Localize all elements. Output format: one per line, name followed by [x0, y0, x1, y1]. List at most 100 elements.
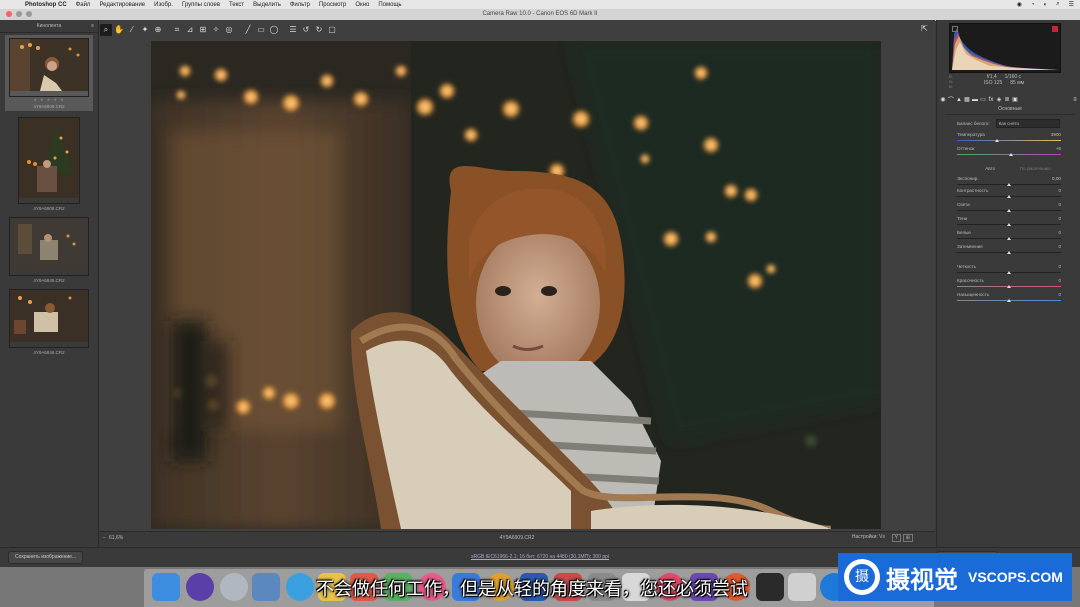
transform-tool-icon[interactable]: ⊞ [197, 24, 209, 36]
slider-value[interactable]: 0 [1058, 216, 1061, 221]
trash-icon[interactable]: ▢ [326, 24, 338, 36]
thumb-filename: 4Y9A6846.CR2 [33, 350, 65, 355]
image-canvas[interactable] [99, 40, 935, 531]
spot-removal-tool-icon[interactable]: ✧ [210, 24, 222, 36]
basic-tab-icon[interactable]: ◉ [939, 96, 947, 103]
zoom-tool-icon[interactable]: ⌕ [100, 24, 112, 36]
camera-app-icon[interactable] [788, 573, 816, 601]
panel-menu-icon[interactable]: ≡ [1071, 97, 1079, 103]
calibration-tab-icon[interactable]: ◈ [995, 96, 1003, 103]
slider-thumb[interactable] [1009, 153, 1014, 156]
slider-value[interactable]: 0 [1058, 244, 1061, 249]
white-balance-tool-icon[interactable]: ⁄ [126, 24, 138, 36]
slider-thumb[interactable] [1007, 209, 1011, 212]
slider-value[interactable]: 0,00 [1052, 176, 1061, 181]
slider-value[interactable]: 0 [1058, 292, 1061, 297]
preferences-icon[interactable]: ☰ [287, 24, 299, 36]
slider-thumb[interactable] [1007, 237, 1011, 240]
preview-preferences-icon[interactable]: ⊞ [902, 534, 913, 542]
graduated-filter-icon[interactable]: ▭ [255, 24, 267, 36]
wifi-icon[interactable]: ◔ [1031, 2, 1035, 8]
shadow-clipping-toggle[interactable] [952, 26, 958, 32]
menu-app-name[interactable]: Photoshop CC [25, 2, 67, 8]
rating-stars[interactable]: ★ ★ ★ ★ ★ [5, 97, 93, 102]
menu-image[interactable]: Изобр. [154, 2, 173, 8]
targeted-adjustment-tool-icon[interactable]: ⊕ [152, 24, 164, 36]
presets-tab-icon[interactable]: ≣ [1003, 96, 1011, 103]
red-eye-tool-icon[interactable]: ◎ [223, 24, 235, 36]
cc-icon[interactable]: ◉ [1017, 1, 1022, 8]
menu-text[interactable]: Текст [229, 2, 244, 8]
straighten-tool-icon[interactable]: ⊿ [184, 24, 196, 36]
color-sampler-tool-icon[interactable]: ✦ [139, 24, 151, 36]
filmstrip-menu-icon[interactable]: ≡ [91, 20, 94, 32]
preview-settings[interactable]: Настройки: Vs [852, 534, 885, 540]
radial-filter-icon[interactable]: ◯ [268, 24, 280, 36]
menu-select[interactable]: Выделить [253, 2, 281, 8]
search-icon[interactable]: ⌕ [1056, 1, 1059, 8]
slider-thumb[interactable] [1007, 271, 1011, 274]
panel-title: Основные [945, 106, 1075, 115]
slider-thumb[interactable] [1007, 195, 1011, 198]
slider-value[interactable]: 0 [1058, 278, 1061, 283]
launchpad-icon[interactable] [220, 573, 248, 601]
terminal-icon[interactable] [756, 573, 784, 601]
menu-edit[interactable]: Редактирование [99, 2, 145, 8]
slider-label: Оттенок [957, 146, 975, 151]
slider-value[interactable]: 0 [1058, 230, 1061, 235]
lens-tab-icon[interactable]: ▭ [979, 96, 987, 103]
menu-help[interactable]: Помощь [378, 2, 401, 8]
tool-bar: ⌕ ✋ ⁄ ✦ ⊕ ⌗ ⊿ ⊞ ✧ ◎ ╱ ▭ ◯ ☰ ↺ ↻ ▢ ⇱ [99, 20, 935, 41]
detail-tab-icon[interactable]: ▲ [955, 97, 963, 103]
slider-row: Температура 3900 [957, 132, 1061, 144]
slider-row: Красочность 0 [957, 278, 1061, 290]
menu-view[interactable]: Просмотр [319, 2, 346, 8]
preview-icon[interactable] [252, 573, 280, 601]
slider-track[interactable] [957, 140, 1061, 141]
split-toning-tab-icon[interactable]: ▬ [971, 97, 979, 103]
menu-filter[interactable]: Фильтр [290, 2, 310, 8]
siri-icon[interactable] [186, 573, 214, 601]
menu-window[interactable]: Окно [355, 2, 369, 8]
slider-label: Насыщенность [957, 292, 990, 297]
slider-thumb[interactable] [1007, 299, 1011, 302]
filmstrip-thumb-2[interactable]: 4Y9A6908.CR2 [5, 117, 93, 211]
volume-icon[interactable]: ◐ [1044, 2, 1048, 8]
adjustment-brush-icon[interactable]: ╱ [242, 24, 254, 36]
watermark-en-text: VSCOPS.COM [968, 569, 1063, 585]
slider-value[interactable]: 3900 [1051, 132, 1061, 137]
safari-icon[interactable] [286, 573, 314, 601]
menu-layer-groups[interactable]: Группы слоев [182, 2, 220, 8]
slider-thumb[interactable] [994, 139, 999, 142]
hsl-tab-icon[interactable]: ▦ [963, 96, 971, 103]
rotate-right-icon[interactable]: ↻ [313, 24, 325, 36]
slider-value[interactable]: +6 [1056, 146, 1061, 151]
slider-value[interactable]: 0 [1058, 202, 1061, 207]
menu-file[interactable]: Файл [76, 2, 91, 8]
finder-icon[interactable] [152, 573, 180, 601]
snapshots-tab-icon[interactable]: ▣ [1011, 96, 1019, 103]
slider-thumb[interactable] [1007, 285, 1011, 288]
filmstrip-thumb-1[interactable]: ★ ★ ★ ★ ★ 4Y9A6909.CR2 [5, 35, 93, 111]
slider-value[interactable]: 0 [1058, 188, 1061, 193]
filmstrip-thumb-4[interactable]: 4Y9A6846.CR2 [5, 289, 93, 355]
highlight-clipping-toggle[interactable] [1052, 26, 1058, 32]
rotate-left-icon[interactable]: ↺ [300, 24, 312, 36]
thumb-filename: 4Y9A6845.CR2 [33, 278, 65, 283]
slider-thumb[interactable] [1007, 251, 1011, 254]
default-tone-button[interactable]: По умолчанию [1020, 166, 1051, 171]
open-in-new-icon[interactable]: ⇱ [921, 24, 931, 34]
slider-thumb[interactable] [1007, 183, 1011, 186]
auto-tone-button[interactable]: Авто [985, 166, 995, 171]
filmstrip-thumb-3[interactable]: 4Y9A6845.CR2 [5, 217, 93, 283]
notifications-icon[interactable]: ☰ [1069, 1, 1074, 8]
tone-curve-tab-icon[interactable]: ⌒ [947, 95, 955, 104]
before-after-toggle[interactable]: Y [891, 534, 901, 542]
effects-tab-icon[interactable]: fx [987, 97, 995, 103]
slider-value[interactable]: 0 [1058, 264, 1061, 269]
crop-tool-icon[interactable]: ⌗ [171, 24, 183, 36]
white-balance-select[interactable]: Как снято [995, 119, 1060, 128]
slider-row: Затемнение 0 [957, 244, 1061, 256]
slider-thumb[interactable] [1007, 223, 1011, 226]
hand-tool-icon[interactable]: ✋ [113, 24, 125, 36]
